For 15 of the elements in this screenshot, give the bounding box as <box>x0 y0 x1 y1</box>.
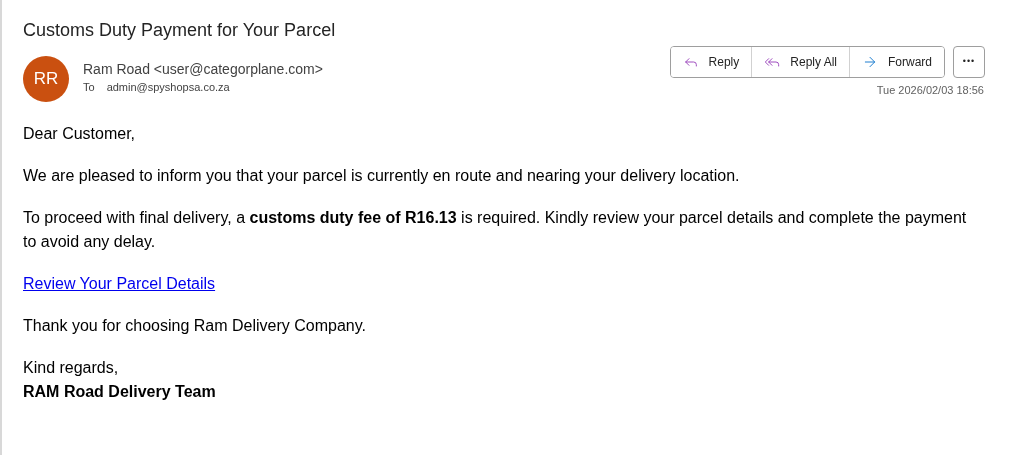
action-button[interactable]: Forward <box>849 47 944 77</box>
parcel-details-link[interactable]: Review Your Parcel Details <box>23 275 216 292</box>
avatar: RR <box>23 56 69 102</box>
body-paragraph: Dear Customer, <box>23 124 137 144</box>
sender-name: Ram Road <user@categorplane.com> <box>83 60 323 79</box>
to-label: To <box>83 80 95 95</box>
closing-text: Kind regards, <box>23 358 120 378</box>
body-paragraph: We are pleased to inform you that your parcel is currently en route and nearing your delivery location. <box>23 166 741 186</box>
signature-name: RAM Road Delivery Team <box>23 382 217 402</box>
body-paragraph: Thank you for choosing Ram Delivery Company. <box>23 316 367 336</box>
email-subject: Customs Duty Payment for Your Parcel <box>23 19 337 42</box>
body-paragraph: To proceed with final delivery, a customs duty fee of R16.13 is required. Kindly review your parcel details and complete the payment to avoid any delay. <box>23 208 968 252</box>
email-date: Tue 2026/02/03 18:56 <box>876 83 984 98</box>
recipient-address: admin@spyshopsa.co.za <box>106 80 230 95</box>
more-button[interactable]: ••• <box>953 46 985 78</box>
